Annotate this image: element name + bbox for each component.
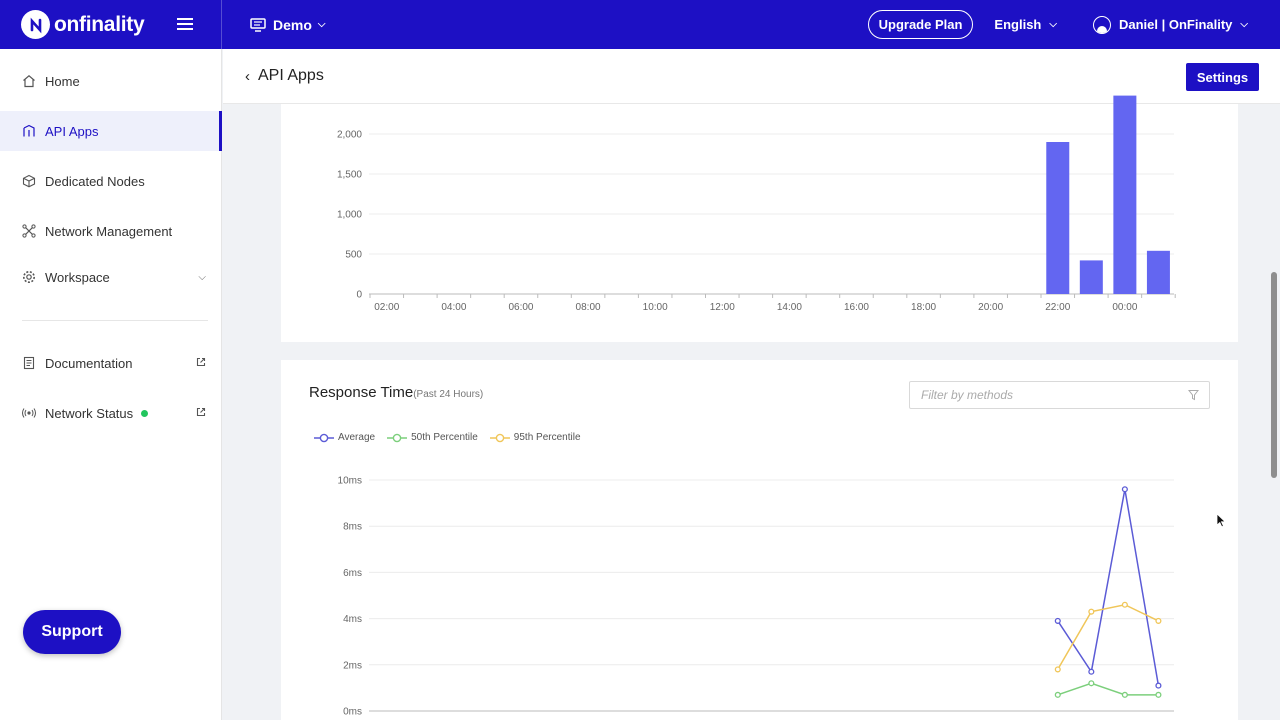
data-point-22:00 — [1054, 691, 1061, 698]
sidebar-item-dedicated-nodes[interactable]: Dedicated Nodes — [0, 161, 222, 201]
y-tick-label: 1,500 — [337, 170, 362, 181]
sidebar-item-label: Network Status — [45, 405, 134, 421]
sidebar-item-network-status[interactable]: Network Status — [0, 393, 222, 433]
chevron-down-icon: ⌵ — [1049, 19, 1057, 30]
x-tick-label: 14:00 — [777, 302, 802, 313]
x-tick-label: 06:00 — [508, 302, 533, 313]
chevron-down-icon: ⌵ — [198, 271, 206, 283]
data-point-22:00 — [1054, 617, 1061, 624]
x-tick-label: 10:00 — [643, 302, 668, 313]
data-point-01:00 — [1155, 691, 1162, 698]
requests-chart-card: 0 500 1,000 1,500 2,000 02:00 04:00 06:00 08:00 1… — [281, 95, 1238, 342]
line-chart: 0ms 2ms 4ms 6ms 8ms 10ms — [338, 476, 1174, 718]
series-line-50th Percentile — [1057, 682, 1159, 696]
top-bar: onfinality Demo ⌵ Upgrade Plan English ⌵… — [0, 0, 1280, 49]
y-tick-label: 6ms — [343, 568, 362, 579]
external-link-icon — [196, 357, 206, 370]
network-icon — [21, 223, 37, 239]
chevron-down-icon: ⌵ — [317, 19, 326, 30]
user-icon — [1092, 15, 1111, 34]
y-tick-label: 0 — [356, 290, 362, 301]
data-point-00:00 — [1121, 486, 1128, 493]
response-time-card: Response Time(Past 24 Hours) Filter by m… — [281, 360, 1238, 720]
external-link-icon — [196, 407, 206, 420]
data-point-23:00 — [1088, 608, 1095, 615]
language-label: English — [994, 17, 1042, 32]
data-point-23:00 — [1088, 668, 1095, 675]
document-icon — [21, 355, 37, 371]
sidebar-item-label: API Apps — [45, 123, 99, 139]
y-tick-label: 10ms — [338, 476, 362, 487]
mouse-cursor-icon — [1216, 513, 1226, 528]
data-point-01:00 — [1155, 682, 1162, 689]
x-tick-label: 16:00 — [844, 302, 869, 313]
support-button[interactable]: Support — [23, 610, 121, 654]
settings-button[interactable]: Settings — [1186, 63, 1259, 91]
bar-01:00 — [1146, 250, 1170, 294]
sidebar-item-label: Documentation — [45, 355, 133, 371]
api-apps-icon — [21, 123, 37, 139]
x-tick-label: 02:00 — [374, 302, 399, 313]
y-tick-label: 0ms — [343, 707, 362, 718]
upgrade-plan-button[interactable]: Upgrade Plan — [867, 10, 974, 39]
y-tick-label: 4ms — [343, 614, 362, 625]
x-tick-label: 12:00 — [710, 302, 735, 313]
home-icon — [21, 73, 37, 89]
y-tick-label: 2ms — [343, 660, 362, 671]
sidebar-item-documentation[interactable]: Documentation — [0, 343, 222, 383]
chevron-down-icon: ⌵ — [1240, 19, 1248, 30]
x-tick-label: 08:00 — [576, 302, 601, 313]
x-tick-label: 04:00 — [441, 302, 466, 313]
x-tick-label: 00:00 — [1112, 302, 1137, 313]
gear-icon — [21, 269, 37, 285]
sidebar-item-workspace[interactable]: Workspace ⌵ — [0, 257, 222, 297]
project-selector[interactable]: Demo ⌵ — [250, 17, 326, 33]
x-tick-label: 18:00 — [911, 302, 936, 313]
series-line-95th Percentile — [1057, 603, 1159, 670]
user-name: Daniel | OnFinality — [1118, 17, 1233, 32]
status-online-indicator — [141, 409, 149, 417]
broadcast-icon — [21, 405, 37, 421]
data-point-22:00 — [1054, 666, 1061, 673]
sidebar-item-network-management[interactable]: Network Management — [0, 211, 222, 251]
chevron-left-icon: ‹ — [245, 67, 250, 85]
y-tick-label: 1,000 — [337, 210, 362, 221]
menu-toggle-icon[interactable] — [177, 12, 193, 36]
y-tick-label: 8ms — [343, 522, 362, 533]
page-title: API Apps — [258, 67, 324, 84]
monitor-icon — [250, 17, 266, 32]
language-selector[interactable]: English ⌵ — [994, 17, 1057, 32]
data-point-00:00 — [1121, 601, 1128, 608]
y-tick-label: 500 — [345, 250, 362, 261]
scrollbar-thumb[interactable] — [1271, 272, 1277, 478]
sidebar-item-label: Dedicated Nodes — [45, 173, 145, 189]
data-point-01:00 — [1155, 617, 1162, 624]
user-menu[interactable]: Daniel | OnFinality ⌵ — [1092, 15, 1248, 34]
bar-22:00 — [1046, 142, 1070, 294]
sidebar-divider — [22, 320, 208, 321]
sidebar-item-label: Network Management — [45, 223, 173, 239]
sidebar-item-api-apps[interactable]: API Apps — [0, 111, 222, 151]
y-tick-label: 2,000 — [337, 130, 362, 141]
bar-00:00 — [1113, 95, 1137, 294]
bar-chart: 0 500 1,000 1,500 2,000 02:00 04:00 06:00 08:00 1… — [337, 95, 1176, 313]
x-tick-label: 20:00 — [978, 302, 1003, 313]
sidebar-item-label: Home — [45, 73, 80, 89]
bar-23:00 — [1079, 260, 1103, 294]
onfinality-logo-icon — [21, 10, 50, 39]
sidebar-item-home[interactable]: Home — [0, 61, 222, 101]
sidebar-item-label: Workspace — [45, 269, 110, 285]
project-name: Demo — [273, 16, 312, 33]
x-tick-label: 22:00 — [1045, 302, 1070, 313]
data-point-00:00 — [1121, 691, 1128, 698]
data-point-23:00 — [1088, 680, 1095, 687]
cube-icon — [21, 173, 37, 189]
brand-name: onfinality — [54, 12, 145, 36]
back-link[interactable]: ‹ API Apps — [245, 67, 324, 85]
series-line-Average — [1057, 489, 1160, 686]
